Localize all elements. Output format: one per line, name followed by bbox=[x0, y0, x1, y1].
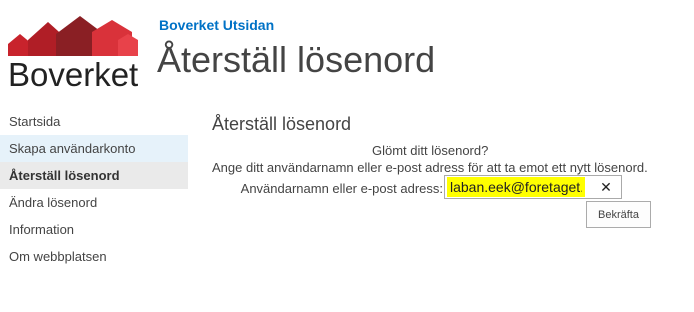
confirm-button[interactable]: Bekräfta bbox=[586, 201, 651, 228]
sidebar-item-andra-losenord[interactable]: Ändra lösenord bbox=[0, 189, 188, 216]
username-email-label: Användarnamn eller e-post adress: bbox=[240, 181, 443, 196]
boverket-logo[interactable]: Boverket bbox=[8, 14, 140, 91]
section-title: Återställ lösenord bbox=[212, 114, 352, 134]
sidebar-item-skapa-anvandarkonto[interactable]: Skapa användarkonto bbox=[0, 135, 188, 162]
username-email-input[interactable] bbox=[447, 177, 585, 197]
boverket-logo-mark bbox=[8, 16, 138, 56]
username-email-field[interactable]: ✕ bbox=[444, 175, 622, 199]
logo-wordmark: Boverket bbox=[8, 56, 139, 93]
sidebar-item-startsida[interactable]: Startsida bbox=[0, 108, 188, 135]
sidebar-nav: Startsida Skapa användarkonto Återställ … bbox=[0, 108, 188, 270]
sidebar-item-information[interactable]: Information bbox=[0, 216, 188, 243]
clear-icon[interactable]: ✕ bbox=[597, 177, 615, 197]
page-title: Återställ lösenord bbox=[157, 39, 436, 80]
site-title-link[interactable]: Boverket Utsidan bbox=[159, 17, 274, 33]
sidebar-item-aterstall-losenord[interactable]: Återställ lösenord bbox=[0, 162, 188, 189]
instructions-text: Ange ditt användarnamn eller e-post adre… bbox=[212, 160, 648, 175]
forgot-password-heading: Glömt ditt lösenord? bbox=[372, 143, 489, 158]
sidebar-item-om-webbplatsen[interactable]: Om webbplatsen bbox=[0, 243, 188, 270]
